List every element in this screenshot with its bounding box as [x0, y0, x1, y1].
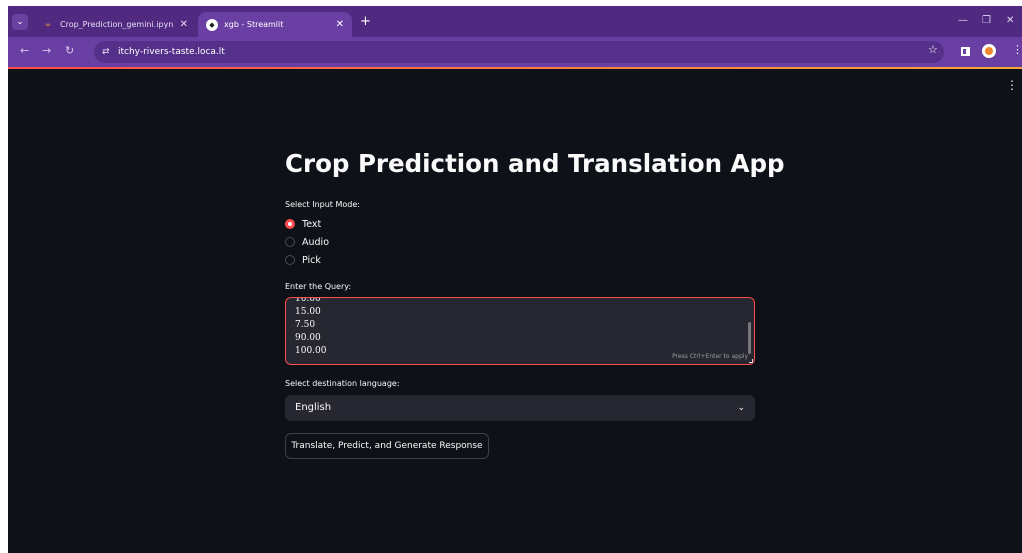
tab-title: Crop_Prediction_gemini.ipynb - — [60, 20, 174, 29]
resize-handle-icon[interactable] — [749, 359, 753, 363]
reload-icon[interactable]: ↻ — [65, 45, 74, 57]
radio-checked-icon[interactable] — [285, 219, 295, 229]
new-tab-icon[interactable]: + — [360, 15, 371, 28]
radio-option-pick[interactable]: Pick — [285, 253, 321, 267]
site-settings-icon[interactable]: ⇄ — [102, 46, 110, 58]
query-line: 15.00 — [295, 307, 321, 317]
textarea-scrollbar[interactable] — [748, 322, 751, 354]
chevron-down-icon: ⌄ — [737, 403, 745, 413]
browser-menu-icon[interactable]: ⋮ — [1012, 44, 1022, 56]
radio-unchecked-icon[interactable] — [285, 237, 295, 247]
tab-search-icon[interactable]: ⌄ — [12, 14, 28, 30]
tab-streamlit-app[interactable]: ◆ xgb - Streamlit ✕ — [198, 12, 352, 37]
language-label: Select destination language: — [285, 379, 400, 388]
radio-label: Pick — [302, 254, 321, 266]
query-line: 100.00 — [295, 346, 327, 356]
streamlit-icon: ◆ — [206, 18, 218, 31]
address-bar[interactable]: ⇄ itchy-rivers-taste.loca.lt — [94, 41, 944, 63]
back-icon[interactable]: ← — [20, 45, 29, 57]
streamlit-page: ⋮ Crop Prediction and Translation App Se… — [8, 69, 1022, 553]
browser-toolbar: ← → ↻ ⇄ itchy-rivers-taste.loca.lt ☆ ⋮ — [8, 37, 1022, 67]
colab-icon: ∞ — [45, 20, 51, 29]
language-selected-value: English — [295, 402, 332, 413]
query-text: 10.00 15.00 7.50 90.00 100.00 — [295, 297, 327, 358]
radio-option-text[interactable]: Text — [285, 217, 321, 231]
radio-label: Text — [302, 218, 322, 230]
tab-colab-notebook[interactable]: ∞ Crop_Prediction_gemini.ipynb - ✕ — [34, 12, 196, 37]
minimize-icon[interactable]: — — [958, 15, 968, 26]
translate-predict-generate-button[interactable]: Translate, Predict, and Generate Respons… — [285, 433, 489, 459]
profile-avatar-icon[interactable] — [982, 44, 996, 58]
query-line: 90.00 — [295, 333, 321, 343]
query-line: 7.50 — [295, 320, 316, 330]
side-panel-icon[interactable] — [961, 47, 970, 56]
tab-strip: ⌄ ∞ Crop_Prediction_gemini.ipynb - ✕ ◆ x… — [8, 6, 1022, 37]
language-select[interactable]: English ⌄ — [285, 395, 755, 421]
query-label: Enter the Query: — [285, 282, 352, 291]
tab-title: xgb - Streamlit — [224, 20, 284, 29]
query-textarea[interactable]: 10.00 15.00 7.50 90.00 100.00 Press Ctrl… — [285, 297, 755, 365]
input-mode-label: Select Input Mode: — [285, 200, 360, 209]
app-menu-icon[interactable]: ⋮ — [1006, 79, 1018, 91]
close-tab-icon[interactable]: ✕ — [336, 19, 344, 30]
close-window-icon[interactable]: ✕ — [1006, 15, 1014, 26]
forward-icon[interactable]: → — [42, 45, 51, 57]
query-line: 10.00 — [295, 297, 321, 304]
page-title: Crop Prediction and Translation App — [285, 149, 785, 178]
radio-unchecked-icon[interactable] — [285, 255, 295, 265]
browser-window: ⌄ ∞ Crop_Prediction_gemini.ipynb - ✕ ◆ x… — [8, 6, 1022, 553]
radio-label: Audio — [302, 236, 330, 248]
radio-option-audio[interactable]: Audio — [285, 235, 329, 249]
bookmark-star-icon[interactable]: ☆ — [928, 44, 938, 56]
submit-hint: Press Ctrl+Enter to apply — [672, 353, 748, 360]
url-text: itchy-rivers-taste.loca.lt — [118, 47, 225, 57]
close-tab-icon[interactable]: ✕ — [180, 19, 188, 30]
restore-icon[interactable]: ❐ — [982, 15, 991, 26]
